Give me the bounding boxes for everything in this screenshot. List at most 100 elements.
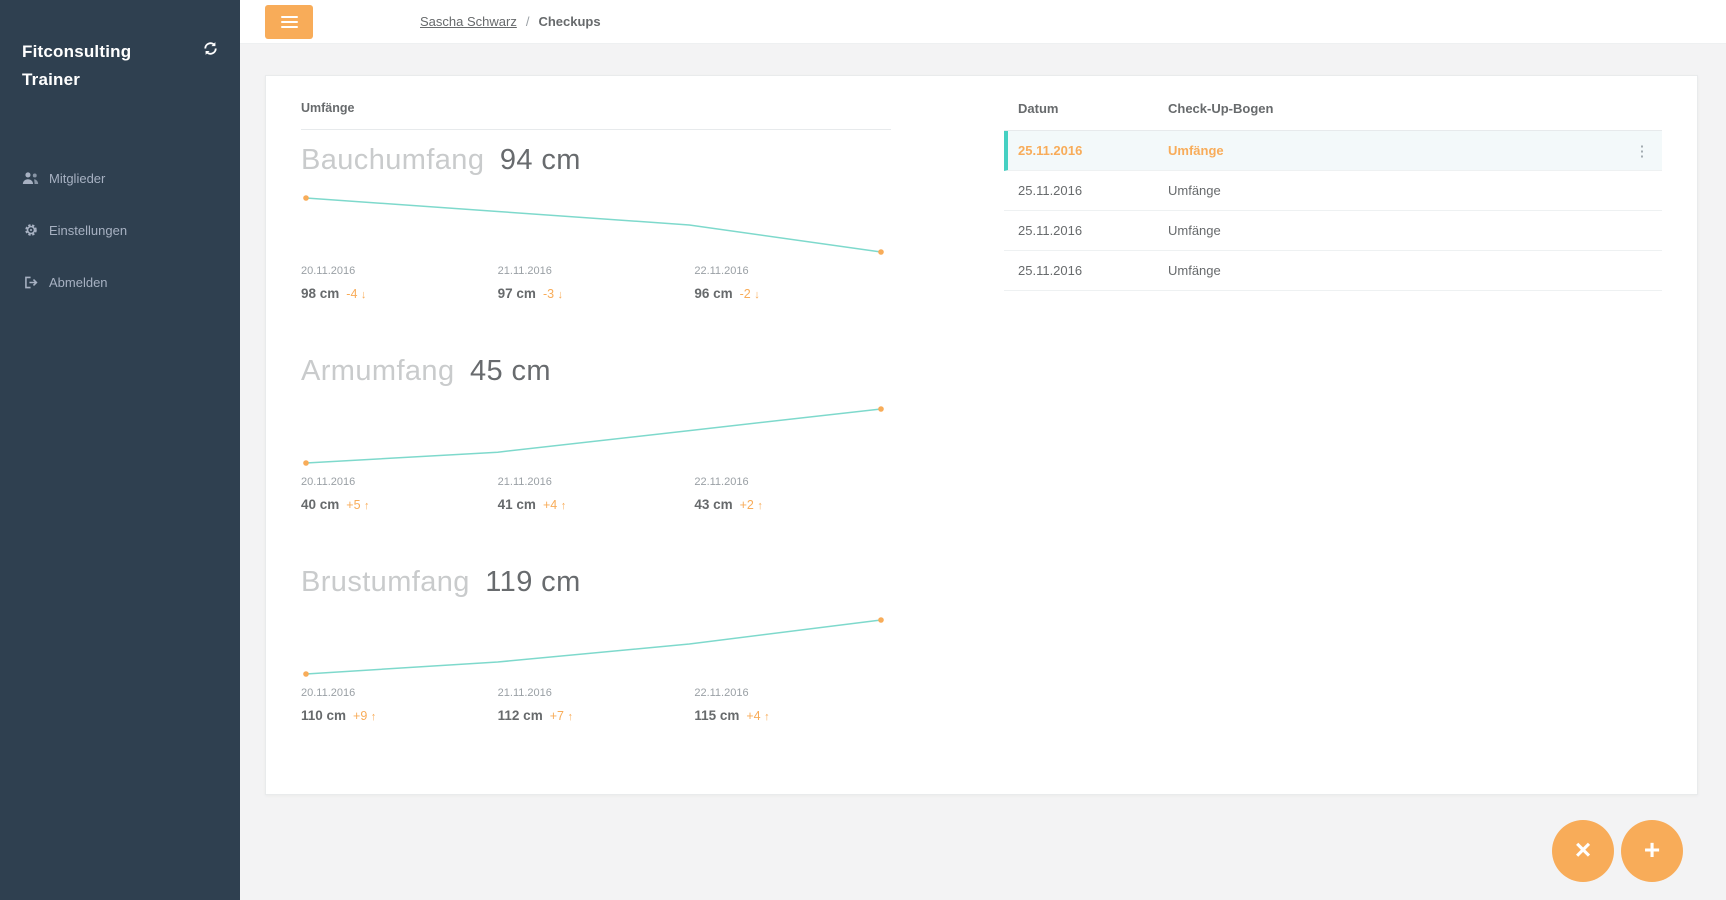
row-menu-icon[interactable]: ⋮ (1622, 142, 1662, 160)
point-value: 40 cm (301, 497, 340, 512)
table-row[interactable]: 25.11.2016 Umfänge (1004, 211, 1662, 251)
metric-name: Bauchumfang (301, 144, 485, 176)
row-type: Umfänge (1168, 143, 1224, 158)
point-delta: +5 ↑ (346, 498, 370, 512)
trend-up-icon: ↑ (364, 500, 370, 512)
column-header-datum: Datum (1018, 101, 1059, 116)
trend-up-icon: ↑ (567, 711, 573, 723)
table-row[interactable]: 25.11.2016 Umfänge (1004, 171, 1662, 211)
point-value: 41 cm (497, 497, 536, 512)
sidebar-item-einstellungen[interactable]: Einstellungen (0, 204, 240, 256)
trend-up-icon: ↑ (764, 711, 770, 723)
sparkline-chart (303, 406, 884, 466)
charts-panel: Umfänge Bauchumfang 94 cm 20.11.2016 98 … (301, 76, 891, 794)
row-type: Umfänge (1168, 183, 1221, 198)
point-date: 20.11.2016 (301, 265, 356, 277)
content: Umfänge Bauchumfang 94 cm 20.11.2016 98 … (240, 44, 1726, 900)
sidebar: Fitconsulting Trainer Mitglieder Einstel… (0, 0, 240, 900)
metric-current-value: 45 cm (469, 355, 551, 387)
chart-points: 20.11.2016 40 cm +5 ↑ 21.11.2016 41 cm +4 … (301, 476, 891, 512)
breadcrumb-separator: / (525, 14, 530, 29)
point-date: 22.11.2016 (694, 265, 749, 277)
sidebar-item-abmelden[interactable]: Abmelden (0, 256, 240, 308)
data-point: 21.11.2016 112 cm +7 ↑ (498, 687, 695, 723)
chart-section-brustumfang: Brustumfang 119 cm 20.11.2016 110 cm +9 ↑… (301, 566, 891, 723)
data-point: 20.11.2016 40 cm +5 ↑ (301, 476, 498, 512)
trend-up-icon: ↑ (757, 500, 763, 512)
sidebar-item-mitglieder[interactable]: Mitglieder (0, 152, 240, 204)
close-button[interactable]: × (1552, 820, 1614, 882)
point-value: 96 cm (694, 286, 733, 301)
sparkline-chart (303, 195, 884, 255)
data-point: 20.11.2016 98 cm -4 ↓ (301, 265, 498, 301)
panel-title: Umfänge (301, 101, 891, 130)
trend-down-icon: ↓ (557, 289, 564, 301)
trend-up-icon: ↑ (370, 711, 377, 723)
point-value: 110 cm (301, 708, 347, 723)
row-type: Umfänge (1168, 263, 1221, 278)
point-date: 20.11.2016 (301, 476, 356, 488)
topbar: Sascha Schwarz / Checkups (240, 0, 1726, 44)
data-point: 21.11.2016 41 cm +4 ↑ (498, 476, 695, 512)
data-point: 22.11.2016 96 cm -2 ↓ (694, 265, 891, 301)
point-delta: -3 ↓ (542, 287, 564, 301)
sidebar-item-label: Einstellungen (49, 222, 128, 238)
data-point: 20.11.2016 110 cm +9 ↑ (301, 687, 498, 723)
table-row[interactable]: 25.11.2016 Umfänge (1004, 251, 1662, 291)
metric-current-value: 94 cm (499, 144, 581, 176)
sidebar-item-label: Abmelden (49, 274, 108, 290)
row-date: 25.11.2016 (1018, 223, 1083, 238)
breadcrumb-current: Checkups (538, 14, 601, 29)
main-area: Sascha Schwarz / Checkups Umfänge Bauchu… (240, 0, 1726, 900)
checkup-card: Umfänge Bauchumfang 94 cm 20.11.2016 98 … (265, 75, 1698, 795)
data-point: 22.11.2016 43 cm +2 ↑ (694, 476, 891, 512)
chart-section-bauchumfang: Bauchumfang 94 cm 20.11.2016 98 cm -4 ↓ 2… (301, 144, 891, 301)
sparkline-chart (303, 617, 884, 677)
hamburger-icon (280, 15, 298, 18)
point-value: 98 cm (301, 286, 340, 301)
add-button[interactable]: + (1621, 820, 1683, 882)
breadcrumb: Sascha Schwarz / Checkups (420, 14, 601, 29)
sign-out-icon (22, 276, 39, 289)
point-delta: -2 ↓ (739, 287, 760, 301)
point-delta: +9 ↑ (353, 709, 377, 723)
sidebar-item-label: Mitglieder (49, 170, 106, 186)
close-icon: × (1574, 834, 1592, 865)
table-row[interactable]: 25.11.2016 Umfänge ⋮ (1004, 131, 1662, 171)
checkup-table: Datum Check-Up-Bogen 25.11.2016 Umfänge … (1004, 76, 1662, 794)
menu-toggle-button[interactable] (265, 4, 313, 39)
point-date: 20.11.2016 (301, 687, 356, 699)
column-header-checkup-bogen: Check-Up-Bogen (1168, 101, 1274, 116)
point-value: 115 cm (694, 708, 740, 723)
sidebar-nav: Mitglieder Einstellungen Abmelden (0, 152, 240, 308)
row-date: 25.11.2016 (1018, 263, 1083, 278)
refresh-icon[interactable] (203, 41, 218, 56)
row-date: 25.11.2016 (1018, 183, 1083, 198)
point-delta: -4 ↓ (346, 287, 367, 301)
point-delta: +4 ↑ (542, 498, 567, 512)
sidebar-header: Fitconsulting Trainer (0, 38, 240, 94)
plus-icon: + (1643, 834, 1661, 865)
point-value: 97 cm (497, 286, 536, 301)
trend-down-icon: ↓ (360, 289, 367, 301)
users-icon (22, 171, 39, 185)
trend-up-icon: ↑ (560, 500, 567, 512)
point-value: 43 cm (694, 497, 733, 512)
point-date: 21.11.2016 (497, 476, 552, 488)
chart-points: 20.11.2016 98 cm -4 ↓ 21.11.2016 97 cm -3 … (301, 265, 891, 301)
chart-points: 20.11.2016 110 cm +9 ↑ 21.11.2016 112 cm +… (301, 687, 891, 723)
trend-down-icon: ↓ (754, 289, 760, 301)
chart-section-armumfang: Armumfang 45 cm 20.11.2016 40 cm +5 ↑ 21.… (301, 355, 891, 512)
row-type: Umfänge (1168, 223, 1221, 238)
app-title: Fitconsulting Trainer (22, 42, 132, 90)
row-date: 25.11.2016 (1018, 143, 1083, 158)
point-delta: +2 ↑ (739, 498, 763, 512)
metric-name: Brustumfang (301, 566, 470, 598)
point-date: 22.11.2016 (694, 476, 749, 488)
metric-name: Armumfang (301, 355, 455, 387)
point-delta: +7 ↑ (549, 709, 573, 723)
breadcrumb-link-member[interactable]: Sascha Schwarz (420, 14, 517, 29)
table-header: Datum Check-Up-Bogen (1004, 101, 1662, 131)
data-point: 22.11.2016 115 cm +4 ↑ (694, 687, 891, 723)
app-window: Fitconsulting Trainer Mitglieder Einstel… (0, 0, 1726, 900)
